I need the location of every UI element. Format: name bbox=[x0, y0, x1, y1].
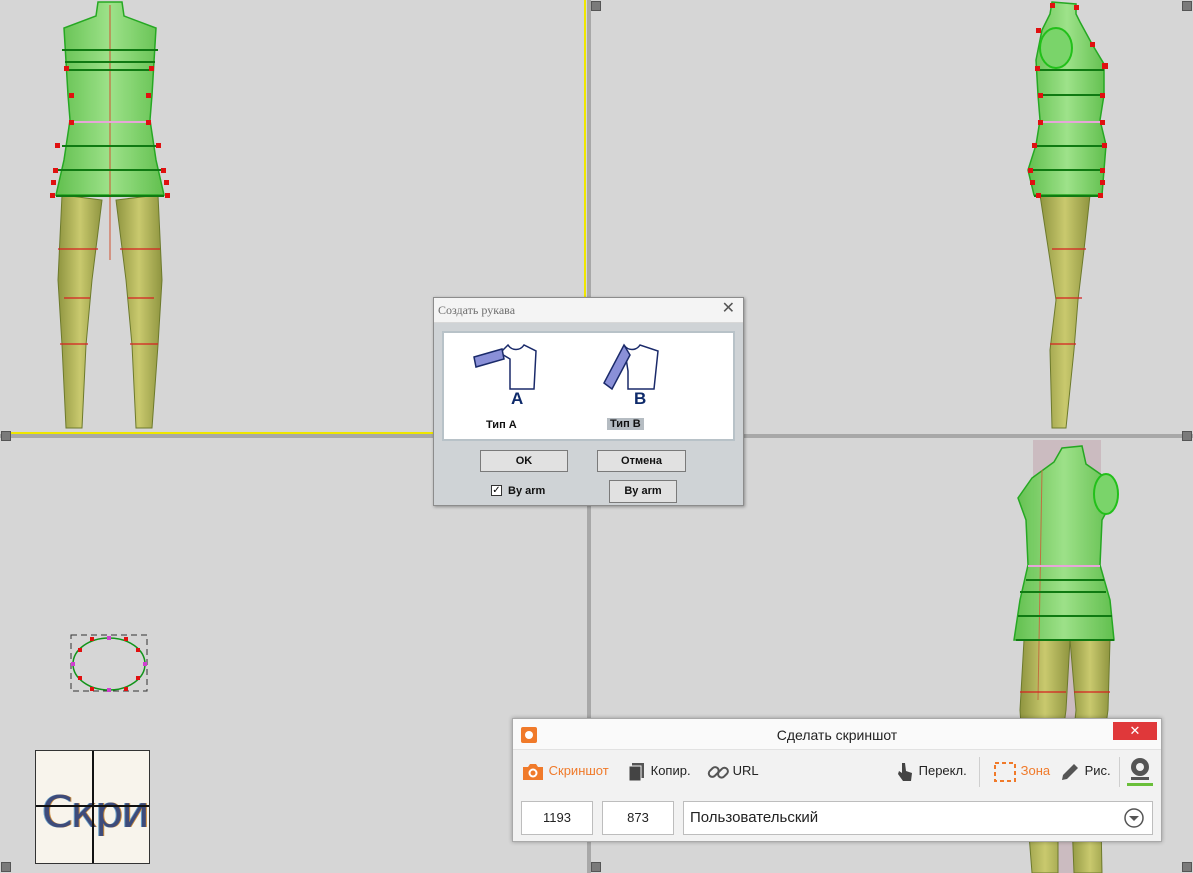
switch-label: Перекл. bbox=[918, 763, 967, 778]
by-arm-button[interactable]: By arm bbox=[609, 480, 677, 503]
type-b-letter: B bbox=[634, 389, 647, 408]
ok-button[interactable]: OK bbox=[480, 450, 568, 472]
close-icon[interactable]: ✕ bbox=[722, 301, 735, 317]
size-preset-select[interactable]: Пользовательский bbox=[683, 801, 1153, 835]
crosshair-horizontal bbox=[36, 805, 149, 807]
resize-handle[interactable] bbox=[1, 431, 11, 441]
by-arm-checkbox-label[interactable]: By arm bbox=[508, 485, 545, 497]
camera-icon bbox=[523, 763, 543, 780]
resize-handle[interactable] bbox=[1182, 431, 1192, 441]
sleeve-type-b-icon[interactable] bbox=[602, 341, 664, 407]
copy-button[interactable]: Копир. bbox=[627, 758, 691, 784]
close-button[interactable]: ✕ bbox=[1113, 722, 1157, 740]
toolbar-separator bbox=[1119, 757, 1120, 787]
switch-button[interactable]: Перекл. bbox=[895, 758, 967, 784]
url-button[interactable]: URL bbox=[707, 758, 759, 784]
resize-handle[interactable] bbox=[591, 1, 601, 11]
copy-label: Копир. bbox=[650, 763, 691, 778]
screenshot-button[interactable]: Скриншот bbox=[521, 758, 609, 784]
dialog-title-bar[interactable]: Создать рукава bbox=[434, 298, 743, 323]
webcam-button[interactable] bbox=[1127, 755, 1153, 786]
mannequin-side-view[interactable] bbox=[1020, 0, 1120, 432]
pencil-icon bbox=[1062, 763, 1078, 780]
resize-handle[interactable] bbox=[1, 862, 11, 872]
pointer-hand-icon bbox=[898, 762, 912, 781]
toolbar-separator bbox=[979, 757, 980, 787]
zone-button[interactable]: Зона bbox=[993, 758, 1050, 784]
cancel-button[interactable]: Отмена bbox=[597, 450, 686, 472]
sleeve-type-a-icon[interactable] bbox=[472, 341, 542, 407]
zone-label: Зона bbox=[1020, 763, 1051, 778]
resize-handle[interactable] bbox=[1182, 862, 1192, 872]
zoom-magnifier: Скри bbox=[35, 750, 150, 864]
mannequin-front-view[interactable] bbox=[40, 0, 180, 432]
crosshair-vertical bbox=[92, 751, 94, 863]
url-label: URL bbox=[732, 763, 759, 778]
create-sleeves-dialog: Создать рукава ✕ A Тип A B Тип B OK Отме… bbox=[433, 297, 744, 506]
type-a-letter: A bbox=[511, 389, 524, 408]
resize-handle[interactable] bbox=[591, 862, 601, 872]
width-field[interactable]: 1193 bbox=[521, 801, 593, 835]
chevron-down-icon[interactable] bbox=[1124, 808, 1144, 828]
size-preset-value: Пользовательский bbox=[690, 809, 819, 826]
resize-handle[interactable] bbox=[1182, 1, 1192, 11]
screenshot-tool-titlebar[interactable]: Сделать скриншот ✕ bbox=[513, 719, 1161, 750]
height-field[interactable]: 873 bbox=[602, 801, 674, 835]
draw-label: Рис. bbox=[1084, 763, 1111, 778]
type-a-label[interactable]: Тип A bbox=[486, 419, 517, 431]
sleeve-type-panel: A Тип A B Тип B bbox=[442, 331, 735, 441]
screenshot-tool-title: Сделать скриншот bbox=[776, 727, 898, 743]
magnifier-text: Скри bbox=[42, 787, 149, 838]
copy-icon bbox=[628, 762, 644, 782]
by-arm-checkbox[interactable]: ✓ bbox=[491, 485, 502, 496]
link-icon bbox=[707, 765, 729, 779]
screenshot-label: Скриншот bbox=[548, 763, 609, 778]
screenshot-tool-window: Сделать скриншот ✕ Скриншот Копир. URL П… bbox=[512, 718, 1162, 842]
webcam-icon bbox=[1131, 757, 1149, 780]
draw-button[interactable]: Рис. bbox=[1059, 758, 1111, 784]
zone-select-icon bbox=[994, 761, 1016, 782]
type-b-label-selected[interactable]: Тип B bbox=[607, 418, 644, 430]
dialog-title: Создать рукава bbox=[438, 303, 516, 317]
cross-section-contour[interactable] bbox=[70, 634, 150, 694]
